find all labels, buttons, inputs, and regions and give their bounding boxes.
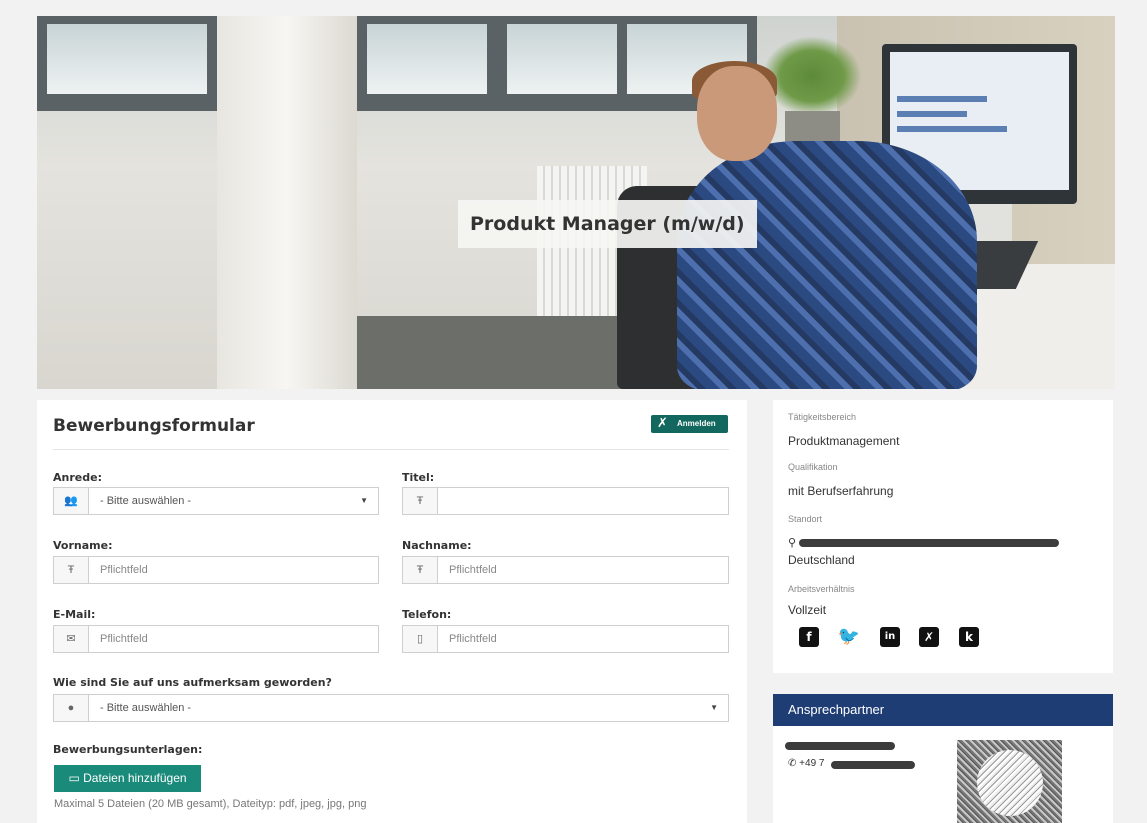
inbox-icon: ▭ [68, 771, 80, 785]
qualification-caption: Qualifikation [788, 462, 838, 472]
telefon-field[interactable]: ▯ Pflichtfeld [402, 625, 729, 653]
anrede-label: Anrede: [53, 471, 102, 484]
redacted-contact-name [785, 742, 895, 750]
email-label: E-Mail: [53, 608, 96, 621]
contact-header: Ansprechpartner [773, 694, 1113, 726]
avatar-face [977, 750, 1043, 816]
area-value: Produktmanagement [788, 434, 900, 448]
application-form: Bewerbungsformular ✗ Anmelden Anrede: 👥 … [37, 400, 747, 823]
twitter-icon[interactable]: 🐦 [837, 625, 861, 649]
location-caption: Standort [788, 514, 823, 524]
area-caption: Tätigkeitsbereich [788, 412, 857, 422]
employment-value: Vollzeit [788, 603, 827, 617]
nachname-label: Nachname: [402, 539, 472, 552]
people-icon: 👥 [54, 488, 89, 514]
job-info-card: Tätigkeitsbereich Produktmanagement Qual… [773, 400, 1113, 673]
upload-hint: Maximal 5 Dateien (20 MB gesamt), Dateit… [54, 798, 367, 810]
vorname-placeholder: Pflichtfeld [100, 564, 148, 576]
titel-field[interactable]: Ŧ [402, 487, 729, 515]
qualification-value: mit Berufserfahrung [788, 484, 894, 498]
form-title: Bewerbungsformular [53, 416, 255, 436]
xing-login-button[interactable]: ✗ Anmelden [651, 415, 728, 433]
job-title: Produkt Manager (m/w/d) [458, 200, 757, 248]
contact-avatar [957, 740, 1062, 823]
telefon-placeholder: Pflichtfeld [449, 633, 497, 645]
email-field[interactable]: ✉ Pflichtfeld [53, 625, 379, 653]
phone-prefix: +49 7 [799, 758, 825, 769]
contact-phone: ✆ +49 7 [788, 758, 824, 769]
documents-label: Bewerbungsunterlagen: [53, 743, 203, 756]
divider [53, 449, 729, 450]
envelope-icon: ✉ [54, 626, 89, 652]
speech-bubble-icon: ● [54, 695, 89, 721]
email-placeholder: Pflichtfeld [100, 633, 148, 645]
source-select[interactable]: ● - Bitte auswählen - ▼ [53, 694, 729, 722]
titel-label: Titel: [402, 471, 435, 484]
text-icon: Ŧ [403, 488, 438, 514]
text-icon: Ŧ [54, 557, 89, 583]
contact-card: Ansprechpartner ✆ +49 7 [773, 694, 1113, 823]
source-label: Wie sind Sie auf uns aufmerksam geworden… [53, 676, 332, 689]
location-country: Deutschland [788, 553, 855, 567]
kununu-icon[interactable]: k [959, 627, 979, 647]
facebook-icon[interactable]: f [799, 627, 819, 647]
employment-caption: Arbeitsverhältnis [788, 584, 855, 594]
hero-image: Produkt Manager (m/w/d) [37, 16, 1115, 389]
telefon-label: Telefon: [402, 608, 452, 621]
linkedin-icon[interactable]: in [880, 627, 900, 647]
xing-icon: ✗ [657, 416, 668, 431]
xing-login-label: Anmelden [677, 419, 716, 428]
add-files-button[interactable]: ▭ Dateien hinzufügen [54, 765, 201, 792]
anrede-select[interactable]: 👥 - Bitte auswählen - ▼ [53, 487, 379, 515]
nachname-field[interactable]: Ŧ Pflichtfeld [402, 556, 729, 584]
add-files-label: Dateien hinzufügen [83, 771, 187, 785]
redacted-address [799, 539, 1059, 547]
phone-icon: ▯ [403, 626, 438, 652]
anrede-value: - Bitte auswählen - [100, 495, 192, 507]
source-value: - Bitte auswählen - [100, 702, 192, 714]
text-icon: Ŧ [403, 557, 438, 583]
vorname-field[interactable]: Ŧ Pflichtfeld [53, 556, 379, 584]
chevron-down-icon: ▼ [710, 703, 718, 712]
redacted-phone-number [831, 761, 915, 769]
map-pin-icon: ⚲ [788, 537, 797, 549]
phone-icon: ✆ [788, 758, 797, 769]
chevron-down-icon: ▼ [360, 496, 368, 505]
nachname-placeholder: Pflichtfeld [449, 564, 497, 576]
vorname-label: Vorname: [53, 539, 113, 552]
xing-icon[interactable]: ✗ [919, 627, 939, 647]
contact-title: Ansprechpartner [788, 702, 885, 717]
